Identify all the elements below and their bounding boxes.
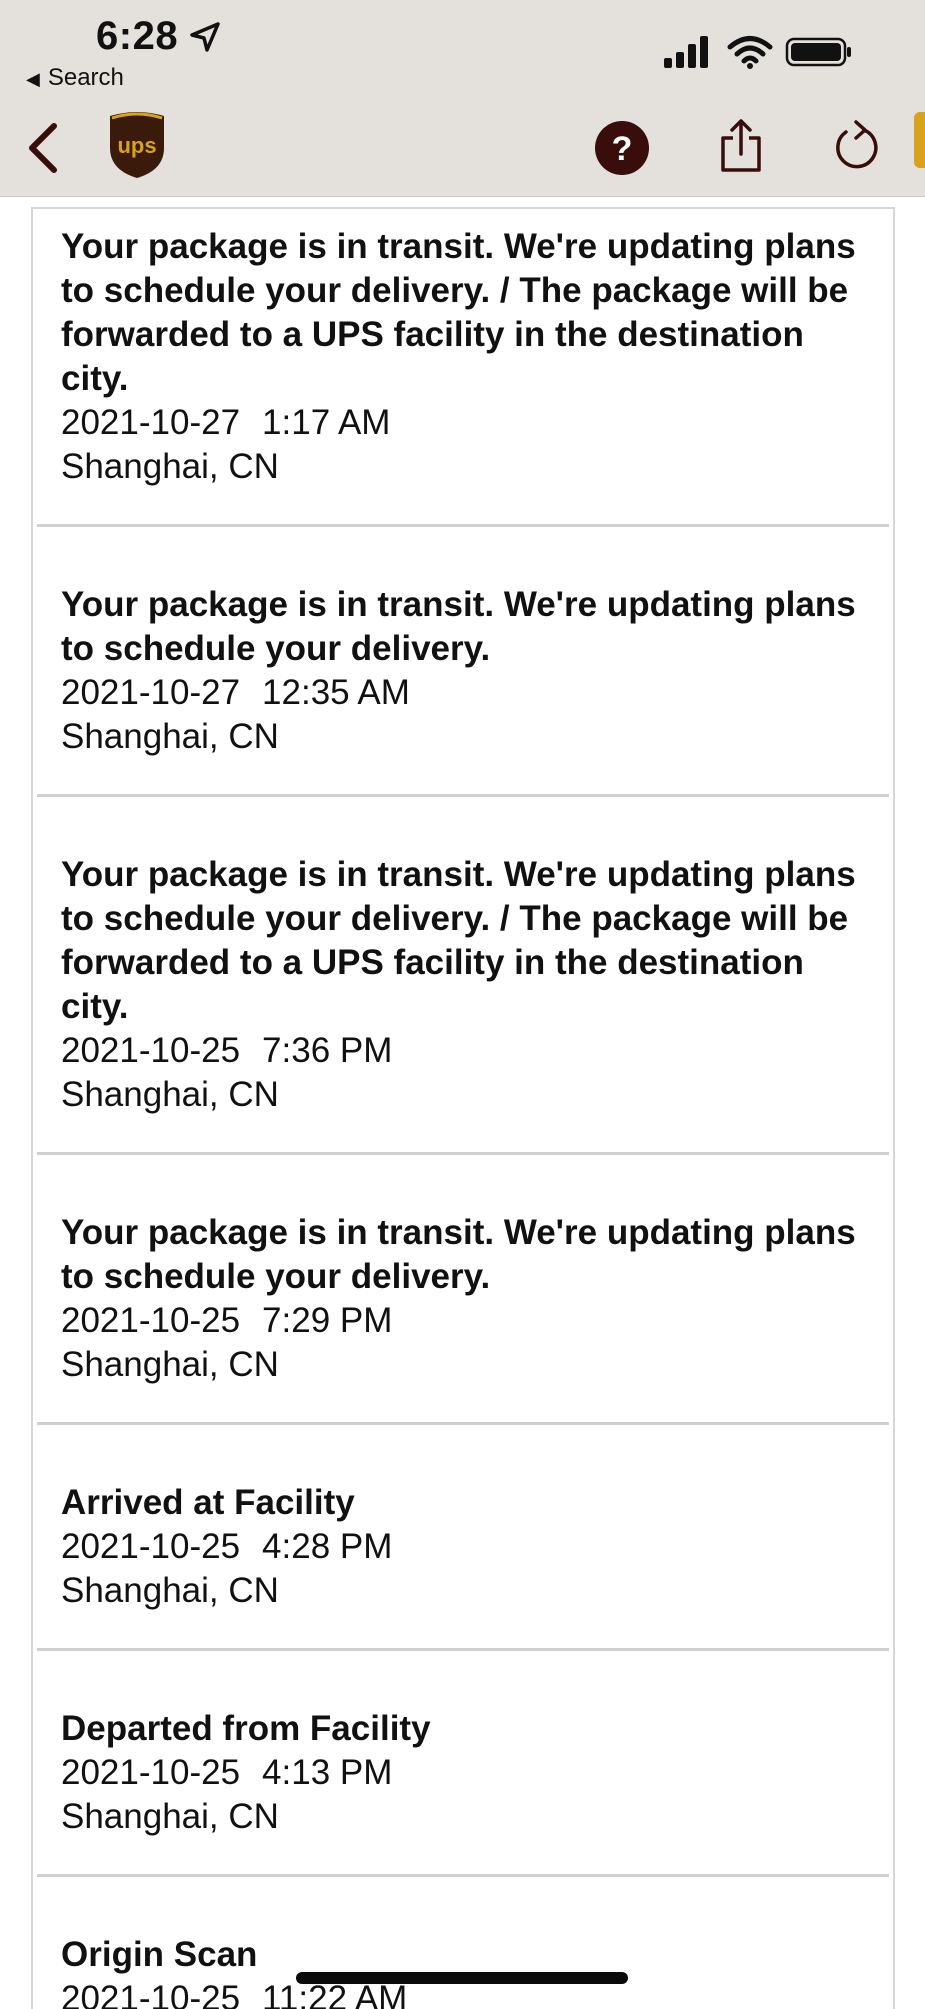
event-location: Shanghai, CN: [61, 447, 279, 486]
event-time: 4:28 PM: [262, 1527, 393, 1566]
back-app-label: Search: [47, 64, 124, 91]
status-time: 6:28: [96, 14, 179, 58]
tracking-event[interactable]: Arrived at Facility 2021-10-25 4:28 PM Sh…: [33, 1481, 891, 1613]
ups-logo: ups: [110, 112, 164, 178]
event-date: 2021-10-25: [61, 1301, 241, 1340]
back-chevron-icon[interactable]: [24, 122, 60, 174]
event-date: 2021-10-25: [61, 1527, 241, 1566]
event-time: 7:29 PM: [262, 1301, 393, 1340]
event-time: 4:13 PM: [262, 1753, 393, 1792]
event-time: 12:35 AM: [262, 673, 410, 712]
row-divider: [37, 1874, 889, 1877]
event-date: 2021-10-25: [61, 1979, 241, 2009]
event-location: Shanghai, CN: [61, 1075, 279, 1114]
event-location: Shanghai, CN: [61, 717, 279, 756]
event-location: Shanghai, CN: [61, 1797, 279, 1836]
row-divider: [37, 524, 889, 527]
tracking-event[interactable]: Your package is in transit. We're updati…: [33, 225, 891, 489]
event-location: Shanghai, CN: [61, 1571, 279, 1610]
cellular-signal-icon: [664, 36, 709, 68]
top-bar: 6:28 ◀ Search ups ?: [0, 0, 925, 197]
home-indicator[interactable]: [296, 1972, 628, 1984]
tracking-event[interactable]: Departed from Facility 2021-10-25 4:13 PM…: [33, 1707, 891, 1839]
row-divider: [37, 1152, 889, 1155]
event-datetime: 2021-10-25 4:13 PM: [61, 1751, 891, 1795]
event-datetime: 2021-10-25 7:36 PM: [61, 1029, 891, 1073]
row-divider: [37, 1422, 889, 1425]
tracking-events-list: Your package is in transit. We're updati…: [31, 207, 895, 2009]
event-status: Your package is in transit. We're updati…: [61, 585, 856, 668]
location-arrow-icon: [190, 22, 220, 52]
event-status: Your package is in transit. We're updati…: [61, 227, 856, 398]
tracking-event[interactable]: Your package is in transit. We're updati…: [33, 1211, 891, 1387]
event-status: Origin Scan: [61, 1935, 258, 1974]
battery-icon: [785, 37, 851, 67]
tracking-event[interactable]: Origin Scan 2021-10-25 11:22 AM: [33, 1933, 891, 2009]
tracking-event[interactable]: Your package is in transit. We're updati…: [33, 853, 891, 1117]
event-time: 7:36 PM: [262, 1031, 393, 1070]
event-datetime: 2021-10-25 7:29 PM: [61, 1299, 891, 1343]
help-icon[interactable]: ?: [594, 120, 650, 176]
event-datetime: 2021-10-27 12:35 AM: [61, 671, 891, 715]
event-date: 2021-10-27: [61, 403, 241, 442]
event-datetime: 2021-10-25 4:28 PM: [61, 1525, 891, 1569]
ups-app-icon-partial[interactable]: [914, 112, 925, 168]
event-status: Your package is in transit. We're updati…: [61, 855, 856, 1026]
row-divider: [37, 794, 889, 797]
event-date: 2021-10-27: [61, 673, 241, 712]
event-location: Shanghai, CN: [61, 1345, 279, 1384]
event-datetime: 2021-10-27 1:17 AM: [61, 401, 891, 445]
back-to-search-link[interactable]: ◀ Search: [26, 64, 124, 92]
tracking-event[interactable]: Your package is in transit. We're updati…: [33, 583, 891, 759]
row-divider: [37, 1648, 889, 1651]
event-time: 1:17 AM: [262, 403, 391, 442]
status-indicators: [662, 34, 855, 75]
refresh-icon[interactable]: [832, 118, 880, 174]
event-status: Your package is in transit. We're updati…: [61, 1213, 856, 1296]
event-date: 2021-10-25: [61, 1031, 241, 1070]
svg-text:?: ?: [612, 130, 633, 168]
event-status: Arrived at Facility: [61, 1483, 355, 1522]
event-status: Departed from Facility: [61, 1709, 431, 1748]
share-icon[interactable]: [718, 118, 764, 174]
back-triangle-icon: ◀: [26, 69, 40, 89]
wifi-icon: [727, 36, 773, 69]
event-date: 2021-10-25: [61, 1753, 241, 1792]
ups-logo-text: ups: [117, 133, 156, 158]
